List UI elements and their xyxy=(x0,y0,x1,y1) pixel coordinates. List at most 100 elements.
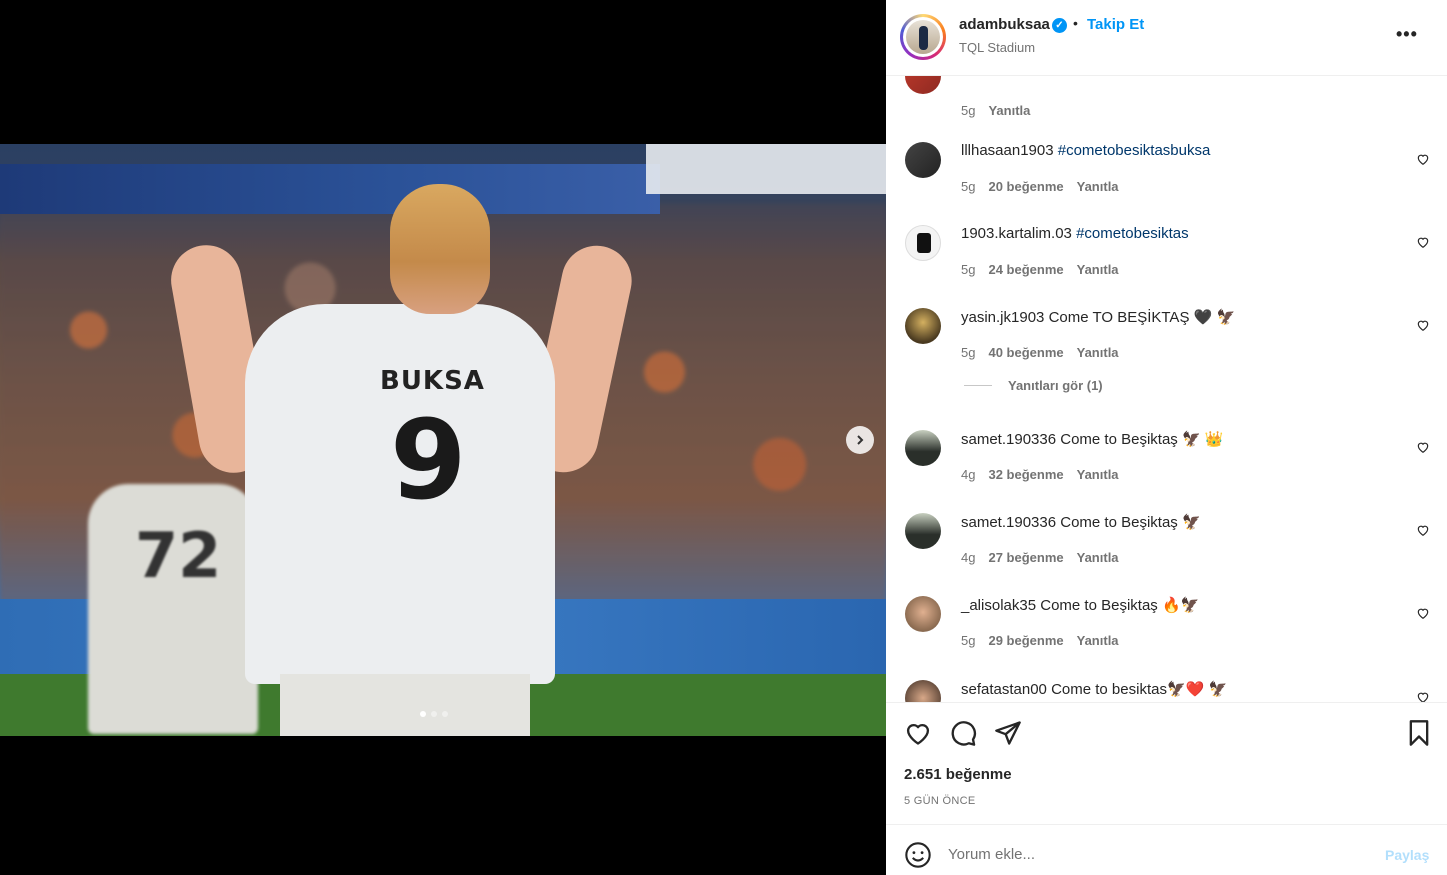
add-comment-bar: Paylaş xyxy=(886,824,1447,875)
reply-button[interactable]: Yanıtla xyxy=(1077,345,1119,360)
comment-username[interactable]: 1903.kartalim.03 xyxy=(961,225,1072,242)
like-count[interactable]: 2.651 beğenme xyxy=(904,766,1012,783)
comment-body: Come to besiktas🦅❤️ 🦅 xyxy=(1051,681,1228,698)
shorts xyxy=(280,674,530,736)
comment-text: sefatastan00 Come to besiktas🦅❤️ 🦅 xyxy=(961,680,1227,698)
carousel-indicator xyxy=(420,711,448,717)
comment-username[interactable]: lllhasaan1903 xyxy=(961,142,1054,159)
comment-time: 5g xyxy=(961,179,976,194)
heart-icon[interactable] xyxy=(1416,690,1430,702)
post-location[interactable]: TQL Stadium xyxy=(959,40,1035,55)
comment-meta: 5g 20 beğenme Yanıtla xyxy=(961,179,1119,194)
comment-input[interactable] xyxy=(948,839,1368,869)
commenter-avatar[interactable] xyxy=(905,308,941,344)
post-media-pane: 72 BUKSA 9 xyxy=(0,0,886,875)
jersey-number: 9 xyxy=(390,396,467,524)
author-avatar[interactable] xyxy=(900,14,946,60)
view-replies-button[interactable]: Yanıtları gör (1) xyxy=(964,378,1103,393)
comment-username[interactable]: samet.190336 xyxy=(961,431,1056,448)
comment-meta: 5g Yanıtla xyxy=(961,103,1030,118)
carousel-next-button[interactable] xyxy=(846,426,874,454)
comment-body: Come to Beşiktaş 🔥🦅 xyxy=(1040,597,1200,614)
emoji-icon[interactable] xyxy=(904,841,932,869)
reply-button[interactable]: Yanıtla xyxy=(1077,633,1119,648)
avatar-figure xyxy=(919,26,928,50)
commenter-avatar[interactable] xyxy=(905,430,941,466)
hashtag-link[interactable]: #cometobesiktasbuksa xyxy=(1058,142,1211,159)
comment-likes[interactable]: 20 beğenme xyxy=(988,179,1063,194)
share-paper-plane-icon[interactable] xyxy=(994,719,1022,747)
comment-meta: 5g 29 beğenme Yanıtla xyxy=(961,633,1119,648)
comment-item: samet.190336 Come to Beşiktaş 🦅 👑 4g 32 b… xyxy=(886,430,1447,490)
carousel-dot xyxy=(431,711,437,717)
bookmark-icon[interactable] xyxy=(1405,719,1433,747)
comment-item: 1903.kartalim.03 #cometobesiktas 5g 24 be… xyxy=(886,225,1447,285)
comment-username[interactable]: sefatastan00 xyxy=(961,681,1047,698)
post-comment-button[interactable]: Paylaş xyxy=(1385,847,1429,863)
reply-button[interactable]: Yanıtla xyxy=(1077,550,1119,565)
commenter-avatar[interactable] xyxy=(905,76,941,94)
comment-likes[interactable]: 29 beğenme xyxy=(988,633,1063,648)
comment-text: _alisolak35 Come to Beşiktaş 🔥🦅 xyxy=(961,596,1199,614)
comment-time: 4g xyxy=(961,467,976,482)
comment-likes[interactable]: 24 beğenme xyxy=(988,262,1063,277)
comment-time: 5g xyxy=(961,103,976,118)
comment-item: samet.190336 Come to Beşiktaş 🦅 4g 27 beğ… xyxy=(886,513,1447,573)
comment-time: 5g xyxy=(961,633,976,648)
comment-text: samet.190336 Come to Beşiktaş 🦅 xyxy=(961,513,1201,531)
main-player: BUKSA 9 xyxy=(165,184,645,736)
heart-icon[interactable] xyxy=(1416,440,1430,454)
comment-item: yasin.jk1903 Come TO BEŞİKTAŞ 🖤 🦅 5g 40 b… xyxy=(886,308,1447,393)
like-heart-icon[interactable] xyxy=(904,719,932,747)
follow-button[interactable]: Takip Et xyxy=(1087,16,1144,33)
post-photo: 72 BUKSA 9 xyxy=(0,144,886,736)
comment-meta: 4g 27 beğenme Yanıtla xyxy=(961,550,1119,565)
heart-icon[interactable] xyxy=(1416,606,1430,620)
more-options-icon[interactable]: ••• xyxy=(1396,24,1418,45)
comment-text: 1903.kartalim.03 #cometobesiktas xyxy=(961,225,1189,242)
comments-list[interactable]: 5g Yanıtla lllhasaan1903 #cometobesiktas… xyxy=(886,76,1447,702)
comment-username[interactable]: samet.190336 xyxy=(961,514,1056,531)
commenter-avatar[interactable] xyxy=(905,596,941,632)
comment-username[interactable]: _alisolak35 xyxy=(961,597,1036,614)
reply-button[interactable]: Yanıtla xyxy=(1077,467,1119,482)
comment-time: 5g xyxy=(961,345,976,360)
comment-meta: 4g 32 beğenme Yanıtla xyxy=(961,467,1119,482)
heart-icon[interactable] xyxy=(1416,152,1430,166)
stadium-light xyxy=(646,144,886,194)
reply-button[interactable]: Yanıtla xyxy=(1077,262,1119,277)
reply-button[interactable]: Yanıtla xyxy=(988,103,1030,118)
comment-text: samet.190336 Come to Beşiktaş 🦅 👑 xyxy=(961,430,1224,448)
comment-likes[interactable]: 27 beğenme xyxy=(988,550,1063,565)
post-side-pane: adambuksaa ✓ • Takip Et TQL Stadium ••• … xyxy=(886,0,1447,875)
post-date[interactable]: 5 GÜN ÖNCE xyxy=(904,795,975,807)
commenter-avatar[interactable] xyxy=(905,513,941,549)
commenter-avatar[interactable] xyxy=(905,142,941,178)
reply-button[interactable]: Yanıtla xyxy=(1077,179,1119,194)
commenter-avatar[interactable] xyxy=(905,225,941,261)
comment-item: _alisolak35 Come to Beşiktaş 🔥🦅 5g 29 beğ… xyxy=(886,596,1447,656)
comment-time: 5g xyxy=(961,262,976,277)
avatar-frame xyxy=(903,17,943,57)
comment-body: Come to Beşiktaş 🦅 xyxy=(1060,514,1201,531)
comment-likes[interactable]: 40 beğenme xyxy=(988,345,1063,360)
commenter-avatar[interactable] xyxy=(905,680,941,702)
post-actions-bar: 2.651 beğenme 5 GÜN ÖNCE xyxy=(886,702,1447,824)
comment-body: Come to Beşiktaş 🦅 👑 xyxy=(1060,431,1224,448)
author-username[interactable]: adambuksaa xyxy=(959,16,1050,33)
hashtag-link[interactable]: #cometobesiktas xyxy=(1076,225,1189,242)
replies-line xyxy=(964,385,992,386)
comment-item: lllhasaan1903 #cometobesiktasbuksa 5g 20 … xyxy=(886,142,1447,202)
comment-text: lllhasaan1903 #cometobesiktasbuksa xyxy=(961,142,1210,159)
chevron-right-icon xyxy=(857,435,864,445)
heart-icon[interactable] xyxy=(1416,523,1430,537)
comment-likes[interactable]: 32 beğenme xyxy=(988,467,1063,482)
jersey-name: BUKSA xyxy=(380,366,485,396)
heart-icon[interactable] xyxy=(1416,235,1430,249)
post-header: adambuksaa ✓ • Takip Et TQL Stadium ••• xyxy=(886,0,1447,76)
comment-bubble-icon[interactable] xyxy=(949,719,977,747)
comment-meta: 5g 40 beğenme Yanıtla xyxy=(961,345,1119,360)
heart-icon[interactable] xyxy=(1416,318,1430,332)
comment-body: Come TO BEŞİKTAŞ 🖤 🦅 xyxy=(1048,309,1236,326)
comment-username[interactable]: yasin.jk1903 xyxy=(961,309,1044,326)
